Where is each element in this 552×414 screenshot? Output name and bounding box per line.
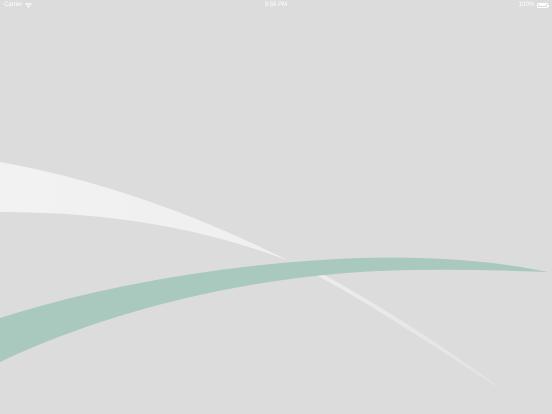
swoosh-background-graphic (0, 162, 548, 392)
status-time: 9:58 PM (264, 2, 288, 8)
battery-level-fill (538, 4, 547, 6)
app-screen: Carrier 9:58 PM 100% (0, 0, 552, 414)
battery-icon (537, 2, 549, 8)
teal-swoosh (0, 257, 548, 362)
battery-percentage: 100% (518, 2, 534, 8)
status-bar: Carrier 9:58 PM 100% (0, 0, 552, 12)
status-right: 100% (518, 2, 549, 8)
